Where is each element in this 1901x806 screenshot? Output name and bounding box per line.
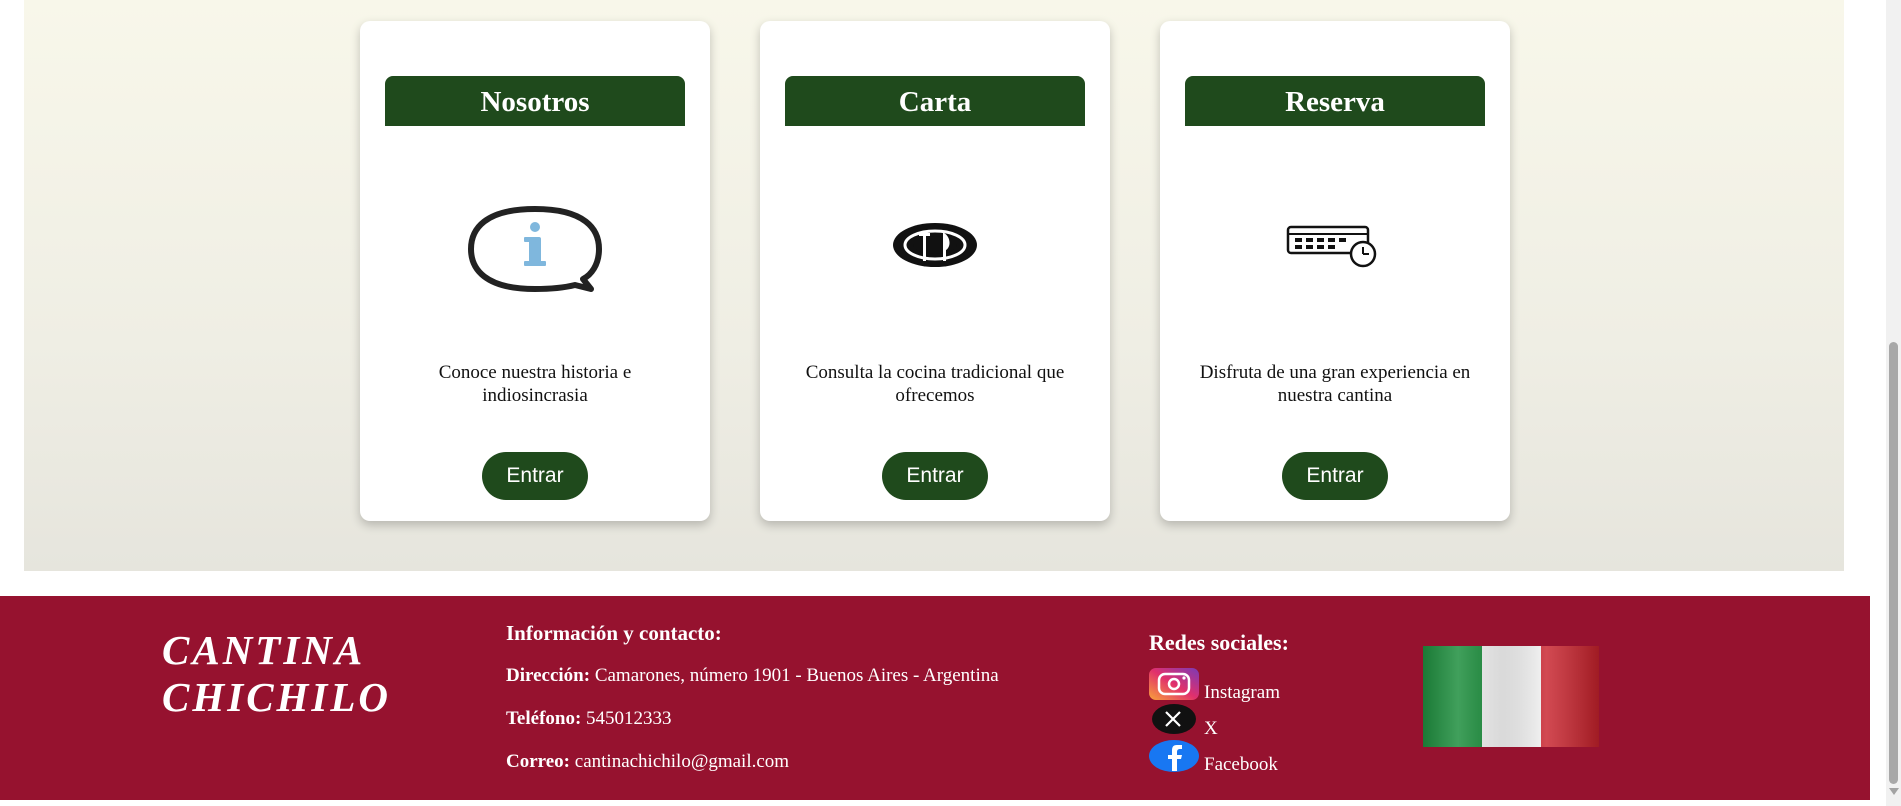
footer: CANTINA CHICHILO Información y contacto:… <box>0 596 1870 800</box>
address-label: Dirección: <box>506 665 591 686</box>
card-description: Conoce nuestra historia e indiosincrasia <box>438 362 632 406</box>
x-icon <box>1152 704 1196 739</box>
contact-phone: Teléfono: 545012333 <box>506 708 1106 730</box>
card-nosotros: Nosotros Conoce nuestra historia e indio… <box>360 21 710 521</box>
contact-title: Información y contacto: <box>506 621 722 645</box>
email-label: Correo: <box>506 751 571 772</box>
facebook-label: Facebook <box>1204 754 1278 775</box>
card-title: Carta <box>785 76 1085 126</box>
contact-info: Información y contacto: Dirección: Camar… <box>506 620 1106 794</box>
sections-hero: Nosotros Conoce nuestra historia e indio… <box>24 0 1844 571</box>
card-title: Reserva <box>1185 76 1485 126</box>
card-reserva: Reserva Disfruta de una gran experiencia… <box>1160 21 1510 521</box>
card-description: Disfruta de una gran experiencia en nues… <box>1199 362 1471 406</box>
address-value: Camarones, número 1901 - Buenos Aires - … <box>594 665 999 686</box>
phone-value: 545012333 <box>586 708 672 729</box>
enter-carta-button[interactable]: Entrar <box>882 452 988 500</box>
email-value: cantinachichilo@gmail.com <box>574 751 790 772</box>
social-title: Redes sociales: <box>1149 630 1289 655</box>
instagram-label: Instagram <box>1204 682 1280 703</box>
calendar-clock-icon <box>1235 181 1435 311</box>
page: Nosotros Conoce nuestra historia e indio… <box>0 0 1870 806</box>
page-scrollbar[interactable] <box>1886 0 1901 806</box>
social-link-x[interactable]: X <box>1149 704 1389 740</box>
italy-flag-image <box>1423 646 1599 747</box>
enter-nosotros-button[interactable]: Entrar <box>482 452 588 500</box>
footer-brand: CANTINA CHICHILO <box>162 627 392 720</box>
card-description: Consulta la cocina tradicional que ofrec… <box>805 362 1065 406</box>
enter-reserva-button[interactable]: Entrar <box>1282 452 1388 500</box>
x-label: X <box>1204 718 1218 739</box>
plate-cutlery-icon <box>835 181 1035 311</box>
contact-address: Dirección: Camarones, número 1901 - Buen… <box>506 665 1106 687</box>
card-carta: Carta Consulta la cocina tradicional que… <box>760 21 1110 521</box>
social-link-facebook[interactable]: Facebook <box>1149 740 1389 776</box>
info-bubble-icon <box>435 181 635 311</box>
facebook-icon <box>1149 740 1199 777</box>
card-title: Nosotros <box>385 76 685 126</box>
contact-email: Correo: cantinachichilo@gmail.com <box>506 751 1106 773</box>
social-link-instagram[interactable]: Instagram <box>1149 668 1389 704</box>
social-links: Redes sociales: Instagram X Facebook <box>1149 629 1389 776</box>
phone-label: Teléfono: <box>506 708 582 729</box>
scrollbar-thumb[interactable] <box>1889 342 1898 784</box>
instagram-icon <box>1149 668 1199 705</box>
scroll-down-arrow-icon[interactable] <box>1889 788 1899 795</box>
